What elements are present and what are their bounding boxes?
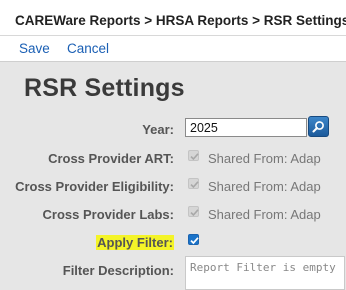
year-search-button[interactable] <box>308 116 329 137</box>
cancel-button[interactable]: Cancel <box>67 41 109 56</box>
cross-provider-labs-checkbox <box>188 206 199 217</box>
cross-provider-labs-shared: Shared From: Adap <box>208 207 321 222</box>
search-icon <box>312 121 324 133</box>
apply-filter-checkbox[interactable] <box>188 234 199 245</box>
cross-provider-art-checkbox <box>188 150 199 161</box>
year-label: Year: <box>142 122 174 137</box>
page-title: RSR Settings <box>24 74 185 102</box>
cross-provider-art-row: Cross Provider ART: Shared From: Adap <box>0 147 346 171</box>
filter-description-label: Filter Description: <box>62 263 174 278</box>
checkmark-icon <box>190 181 199 189</box>
cross-provider-eligibility-label: Cross Provider Eligibility: <box>15 179 174 194</box>
year-input[interactable] <box>185 118 307 137</box>
cross-provider-art-label: Cross Provider ART: <box>48 151 174 166</box>
cross-provider-labs-row: Cross Provider Labs: Shared From: Adap <box>0 203 346 227</box>
checkmark-icon <box>190 209 199 217</box>
checkmark-icon <box>190 153 199 161</box>
apply-filter-label-highlight: Apply Filter: <box>96 235 174 250</box>
filter-description-field[interactable]: Report Filter is empty <box>185 256 345 290</box>
breadcrumb: CAREWare Reports > HRSA Reports > RSR Se… <box>0 0 346 36</box>
apply-filter-row: Apply Filter: <box>0 231 346 255</box>
save-button[interactable]: Save <box>19 41 50 56</box>
cross-provider-labs-label: Cross Provider Labs: <box>42 207 175 222</box>
toolbar: Save Cancel <box>0 36 346 62</box>
cross-provider-art-shared: Shared From: Adap <box>208 151 321 166</box>
cross-provider-eligibility-checkbox <box>188 178 199 189</box>
apply-filter-label: Apply Filter: <box>96 235 174 250</box>
cross-provider-eligibility-shared: Shared From: Adap <box>208 179 321 194</box>
cross-provider-eligibility-row: Cross Provider Eligibility: Shared From:… <box>0 175 346 199</box>
filter-description-row: Filter Description: Report Filter is emp… <box>0 256 346 290</box>
checkmark-icon <box>190 237 199 245</box>
year-row: Year: <box>0 116 346 142</box>
